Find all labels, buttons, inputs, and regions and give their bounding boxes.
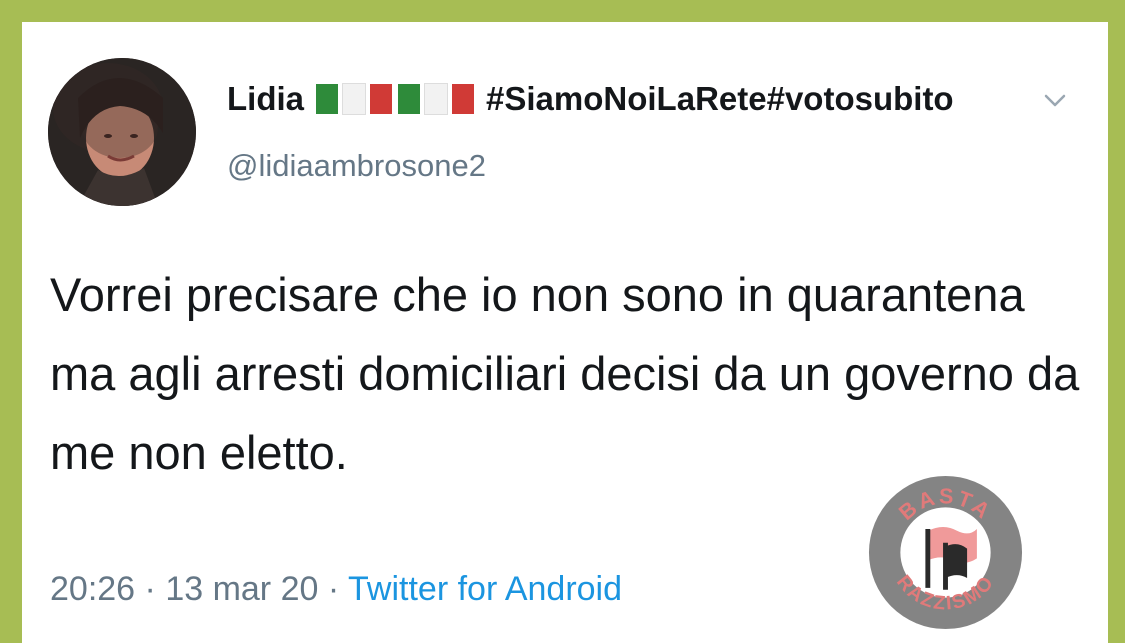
chevron-down-icon[interactable] xyxy=(1040,86,1070,116)
italy-flag-icon xyxy=(316,83,475,115)
display-name[interactable]: Lidia xyxy=(227,80,304,118)
meta-separator-2: · xyxy=(318,570,349,608)
meta-separator: · xyxy=(135,570,166,608)
tweet-meta: 20:26 · 13 mar 20 · Twitter for Android xyxy=(50,570,622,609)
tweet-card: Lidia #SiamoNoiLaRete#votosubito @lidiaa… xyxy=(22,22,1108,643)
tweet-date[interactable]: 13 mar 20 xyxy=(165,570,318,608)
basta-razzismo-logo: BASTA RAZZISMO xyxy=(868,475,1023,630)
avatar[interactable] xyxy=(48,58,196,206)
user-handle[interactable]: @lidiaambrosone2 xyxy=(227,148,486,184)
hashtags[interactable]: #SiamoNoiLaRete#votosubito xyxy=(486,80,954,118)
avatar-image xyxy=(48,58,196,206)
tweet-text: Vorrei precisare che io non sono in quar… xyxy=(50,268,1080,479)
tweet-time[interactable]: 20:26 xyxy=(50,570,135,608)
tweet-source-link[interactable]: Twitter for Android xyxy=(348,570,622,608)
user-name-row[interactable]: Lidia #SiamoNoiLaRete#votosubito xyxy=(227,80,954,118)
